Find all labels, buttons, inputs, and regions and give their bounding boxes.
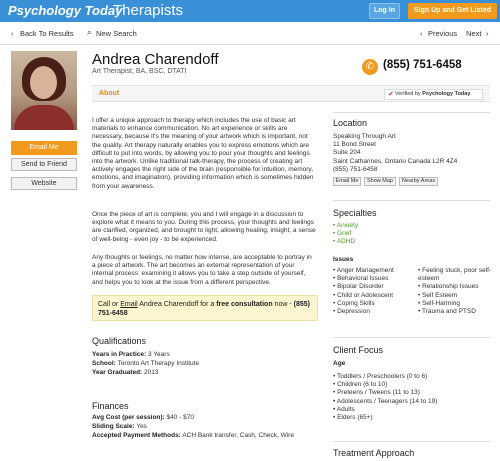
issue-item: Anger Management — [333, 267, 418, 275]
previous-link[interactable]: Previous — [428, 29, 457, 38]
issue-item: Self-Harming — [418, 300, 498, 308]
verified-prefix: Verified by — [395, 91, 421, 97]
call-post: now - — [274, 301, 292, 308]
location-email-button[interactable]: Email Me — [333, 177, 361, 186]
qual-item: Years in Practice: 3 Years — [92, 351, 170, 358]
site-logo[interactable]: Psychology Today — [8, 3, 122, 18]
phone-icon: ✆ — [362, 59, 378, 75]
location-heading: Location — [333, 118, 368, 128]
qual-item: School: Toronto Art Therapy Institute — [92, 360, 200, 367]
profile-credentials: Art Therapist, BA, BSC, DTATI — [92, 68, 187, 75]
profile-phone[interactable]: (855) 751-6458 — [383, 59, 462, 71]
issue-item: Bipolar Disorder — [333, 283, 418, 291]
location-address: Speaking Through Art 11 Bond Street Suit… — [333, 133, 457, 174]
website-button[interactable]: Website — [11, 177, 77, 190]
divider — [333, 200, 490, 201]
divider — [0, 44, 500, 45]
divider — [333, 441, 490, 442]
specialty-item: • Anxiety — [333, 222, 359, 229]
nearby-areas-button[interactable]: Nearby Areas — [399, 177, 438, 186]
nav-bar: ‹ Back To Results ⌕ New Search ‹ Previou… — [0, 22, 500, 44]
specialty-top: • Anxiety • Grief • ADHD — [333, 222, 358, 247]
issue-item: Behavioral Issues — [333, 275, 418, 283]
profile-photo — [11, 51, 77, 130]
age-item: Adolescents / Teenagers (14 to 19) — [333, 398, 493, 406]
search-icon: ⌕ — [87, 28, 92, 37]
call-bold: free consultation — [216, 301, 273, 308]
age-item: Children (6 to 10) — [333, 381, 493, 389]
age-item: Elders (65+) — [333, 414, 493, 422]
about-heading: About — [99, 90, 120, 97]
profile-name: Andrea Charendoff — [92, 51, 219, 68]
next-link[interactable]: Next — [466, 29, 481, 38]
show-map-button[interactable]: Show Map — [364, 177, 396, 186]
login-button[interactable]: Log In — [369, 3, 400, 19]
page: Psychology Today Therapists Log In Sign … — [0, 0, 500, 461]
top-bar: Psychology Today Therapists Log In Sign … — [0, 0, 500, 22]
divider — [333, 337, 490, 338]
new-search-link[interactable]: New Search — [96, 29, 137, 38]
issue-item: Feeling stuck, poor self-esteem — [418, 267, 498, 283]
verified-badge: ✔ Verified by Psychology Today — [384, 89, 483, 100]
section-brand[interactable]: Therapists — [113, 2, 183, 19]
divider — [333, 112, 490, 113]
chevron-right-icon: › — [486, 29, 489, 38]
age-list: Toddlers / Preschoolers (0 to 6) Childre… — [333, 373, 493, 422]
issues-label: Issues — [333, 256, 354, 263]
age-item: Toddlers / Preschoolers (0 to 6) — [333, 373, 493, 381]
specialty-item: • Grief — [333, 230, 352, 238]
address-line: Saint Catharines, Ontario Canada L2R 4Z4 — [333, 157, 458, 165]
photo-shoulders — [14, 105, 74, 130]
back-to-results-link[interactable]: Back To Results — [20, 29, 74, 38]
email-me-button[interactable]: Email Me — [11, 141, 77, 155]
about-bar: About ✔ Verified by Psychology Today — [92, 85, 490, 102]
age-label: Age — [333, 360, 346, 367]
issues-list-1: Anger Management Behavioral Issues Bipol… — [333, 267, 418, 316]
address-phone[interactable]: (855) 751-6458 — [333, 166, 457, 174]
finance-item: Accepted Payment Methods: ACH Bank trans… — [92, 432, 294, 439]
issue-item: Trauma and PTSD — [418, 308, 498, 316]
issue-item: Depression — [333, 308, 418, 316]
specialties-heading: Specialties — [333, 208, 377, 218]
qualifications-heading: Qualifications — [92, 336, 147, 346]
issue-item: Relationship Issues — [418, 283, 498, 291]
send-to-friend-button[interactable]: Send to Friend — [11, 158, 77, 171]
address-line: Speaking Through Art — [333, 133, 396, 140]
issue-item: Child or Adolescent — [333, 292, 418, 300]
age-item: Preteens / Tweens (11 to 13) — [333, 389, 493, 397]
client-focus-heading: Client Focus — [333, 345, 384, 355]
signup-button[interactable]: Sign Up and Get Listed — [408, 3, 497, 19]
verified-brand: Psychology Today — [422, 91, 471, 97]
issue-item: Self Esteem — [418, 292, 498, 300]
address-line: Suite 204 — [333, 149, 361, 157]
call-pre: Call or — [98, 301, 119, 308]
qual-item: Year Graduated: 2013 — [92, 369, 159, 376]
specialty-item: • ADHD — [333, 238, 356, 246]
call-email-link[interactable]: Email — [120, 301, 138, 308]
check-icon: ✔ — [388, 91, 394, 98]
chevron-left-icon: ‹ — [420, 29, 423, 38]
consultation-callout: Call or Email Andrea Charendoff for a fr… — [92, 295, 318, 321]
age-item: Adults — [333, 406, 493, 414]
bio-paragraph-1: I offer a unique approach to therapy whi… — [92, 117, 314, 190]
finances-heading: Finances — [92, 401, 129, 411]
photo-face — [30, 66, 57, 99]
bio-paragraph-2: Once the piece of art is complete, you a… — [92, 211, 316, 243]
finance-item: Avg Cost (per session): $40 - $70 — [92, 414, 194, 421]
issues-list-2: Feeling stuck, poor self-esteem Relation… — [418, 267, 498, 316]
treatment-heading: Treatment Approach — [333, 448, 415, 458]
bio-paragraph-3: Any thoughts or feelings, no matter how … — [92, 254, 312, 286]
address-line: 11 Bond Street — [333, 141, 376, 149]
issue-item: Coping Skills — [333, 300, 418, 308]
call-mid: Andrea Charendoff for a — [139, 301, 215, 308]
chevron-left-icon: ‹ — [11, 29, 14, 38]
finance-item: Sliding Scale: Yes — [92, 423, 147, 430]
